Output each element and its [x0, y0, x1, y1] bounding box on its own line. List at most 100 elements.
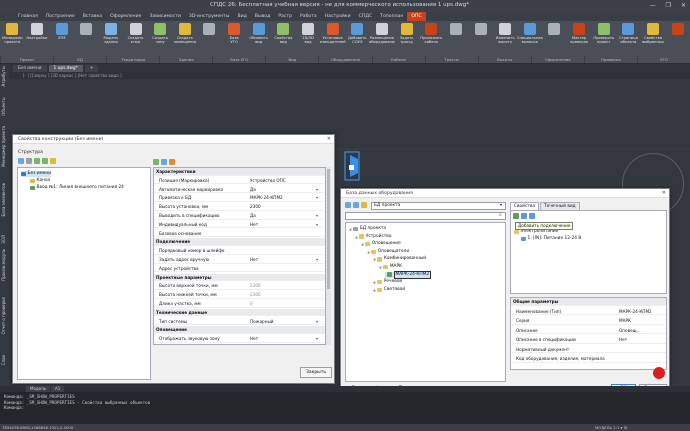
ribbon-button[interactable]: Обновить вид: [246, 22, 272, 56]
side-panel-tab[interactable]: Объекты: [1, 97, 8, 116]
param-row[interactable]: Описание в спецификации Нет: [511, 336, 666, 344]
expander-icon[interactable]: ◢: [367, 249, 369, 255]
move-down-icon[interactable]: [42, 158, 48, 164]
ribbon-button[interactable]: Задать трассу: [394, 22, 420, 56]
param-value[interactable]: МАРК-24-КПМ2: [619, 308, 652, 316]
expander-icon[interactable]: ◢: [355, 234, 357, 240]
remove-icon[interactable]: [26, 158, 32, 164]
ribbon-tab[interactable]: Зависимости: [145, 12, 184, 21]
side-panel-tab[interactable]: Менеджер проекта: [1, 126, 8, 167]
db-tab[interactable]: Точечный вид: [540, 202, 580, 210]
db-tree[interactable]: ◢ БД проекта ◢ Устройства ◢ Оповещение ◢ Оповещ…: [345, 222, 506, 382]
status-right[interactable]: МОДЕЛЬ 1:1 ▾ ⚙: [595, 424, 627, 431]
ribbon-button[interactable]: Менеджер проекта: [0, 22, 25, 56]
param-value[interactable]: МАРК: [619, 317, 631, 325]
back-icon[interactable]: [345, 202, 351, 208]
property-row[interactable]: Позиция (Маркировка) Устройство ОПС: [154, 177, 325, 185]
ribbon-button[interactable]: Добавить СОУЭ: [344, 22, 370, 56]
db-dialog-close-icon[interactable]: ✕: [662, 190, 666, 196]
folder-icon[interactable]: [361, 202, 367, 208]
chevron-down-icon[interactable]: ▾: [316, 318, 318, 326]
ribbon-button[interactable]: [665, 22, 690, 56]
db-tab[interactable]: Свойства: [510, 202, 539, 210]
property-value[interactable]: 2300: [250, 282, 261, 290]
dialog-close-icon[interactable]: ✕: [327, 136, 331, 142]
db-tree-item[interactable]: ◢ Оповещение: [361, 241, 401, 247]
chevron-down-icon[interactable]: ▾: [316, 256, 318, 264]
ribbon-button[interactable]: Создать этаж: [123, 22, 149, 56]
property-row[interactable]: Длина участка, мм 0: [154, 300, 325, 308]
maximize-button[interactable]: ❐: [666, 2, 671, 9]
ribbon-button[interactable]: [443, 22, 469, 56]
side-panel-tab[interactable]: Произв.модуль: [1, 249, 8, 281]
ribbon-button[interactable]: Свойства выбранных: [640, 22, 666, 56]
link-icon[interactable]: [50, 158, 56, 164]
connections-tree[interactable]: Электропитание 1: [IN]: Питание 12-24 В: [511, 229, 661, 269]
db-tree-item[interactable]: МАРК-24-КПМ2: [385, 270, 432, 279]
ribbon-tab[interactable]: Вывод: [251, 12, 274, 21]
ribbon-button[interactable]: Создать зону: [147, 22, 173, 56]
ribbon-tab[interactable]: Вид: [233, 12, 250, 21]
db-tree-item[interactable]: ◢ Световой: [373, 287, 405, 293]
ribbon-button[interactable]: [196, 22, 222, 56]
alarm-device-symbol[interactable]: [344, 151, 360, 181]
property-row[interactable]: Высота верхней точки, мм 2300: [154, 282, 325, 290]
chevron-down-icon[interactable]: ▾: [316, 186, 318, 194]
ribbon-button[interactable]: ЗТМ: [49, 22, 75, 56]
expander-icon[interactable]: ◢: [373, 256, 375, 262]
ribbon-button[interactable]: [541, 22, 567, 56]
forward-icon[interactable]: [353, 202, 359, 208]
document-tab[interactable]: +: [84, 65, 99, 72]
search-icon[interactable]: ⌕: [499, 212, 502, 218]
ribbon-button[interactable]: Установка извещателей: [320, 22, 346, 56]
document-tab[interactable]: 1 ups.dwg*: [48, 65, 83, 72]
chevron-down-icon[interactable]: ▾: [316, 221, 318, 229]
ribbon-button[interactable]: Модель здания: [98, 22, 124, 56]
param-row[interactable]: Нормативный документ: [511, 346, 666, 353]
minimize-button[interactable]: —: [650, 2, 656, 9]
ribbon-button[interactable]: Проверить проект: [591, 22, 617, 56]
property-row[interactable]: Порядковый номер в шлейфе: [154, 247, 325, 255]
property-value[interactable]: Да: [250, 212, 256, 220]
ribbon-tab[interactable]: Построение: [42, 12, 79, 21]
db-tree-item[interactable]: ◢ БД проекта: [349, 226, 386, 232]
ribbon-button[interactable]: Страница объекта: [615, 22, 641, 56]
ribbon-tab[interactable]: Оформление: [106, 12, 145, 21]
side-panel-tab[interactable]: Отчет о проверке: [1, 297, 8, 334]
chevron-down-icon[interactable]: ▾: [500, 202, 502, 207]
param-row[interactable]: Код оборудования, изделия, материала: [511, 355, 666, 363]
side-panel-tab[interactable]: ЗОЛ: [1, 235, 8, 244]
property-row[interactable]: Отображать звуковую зону Нет ▾: [154, 335, 325, 343]
ribbon-button[interactable]: База УГО: [221, 22, 247, 56]
scrollbar-thumb[interactable]: [327, 169, 330, 289]
ribbon-tab[interactable]: Работа: [296, 12, 321, 21]
general-params-grid[interactable]: Общие параметры Наименование (Тип) МАРК-24…: [510, 297, 667, 370]
property-value[interactable]: Нет: [250, 221, 258, 229]
param-row[interactable]: Серия МАРК: [511, 317, 666, 325]
edit-connection-icon[interactable]: [521, 213, 527, 219]
property-row[interactable]: Тип системы Пожарный ▾: [154, 318, 325, 326]
expander-icon[interactable]: ◢: [349, 226, 351, 232]
tree-item[interactable]: Ввод №1: Линия внешнего питания 24: [30, 185, 124, 191]
db-source-select[interactable]: БД проекта: [371, 202, 506, 210]
ribbon-button[interactable]: Размещение оборудования: [369, 22, 395, 56]
property-row[interactable]: Индивидуальный код Нет ▾: [154, 221, 325, 229]
property-row[interactable]: Выводить в спецификацию Да ▾: [154, 212, 325, 220]
property-row[interactable]: Базовое основание: [154, 230, 325, 238]
property-row[interactable]: Высота установки, мм 2300: [154, 203, 325, 211]
expander-icon[interactable]: ◢: [373, 279, 375, 285]
property-row[interactable]: Высота нижней точки, мм 2300: [154, 291, 325, 299]
close-button[interactable]: ✕: [681, 2, 686, 9]
ribbon-tab[interactable]: ОПС: [407, 12, 426, 21]
structure-tree[interactable]: Без имени Канал Ввод №1: Линия внешнего пи…: [17, 167, 151, 380]
document-tab[interactable]: Без имени: [13, 65, 47, 72]
expander-icon[interactable]: ◢: [361, 241, 363, 247]
ribbon-tab[interactable]: Топоплан: [376, 12, 407, 21]
property-value[interactable]: Да: [250, 186, 256, 194]
ribbon-tab[interactable]: 3D-инструменты: [185, 12, 234, 21]
property-grid[interactable]: Характеристики Позиция (Маркировка) Устрой…: [153, 167, 326, 345]
param-value[interactable]: Нет: [619, 336, 627, 344]
db-tree-item[interactable]: ◢ Комбинированный: [373, 256, 426, 262]
expander-icon[interactable]: ◢: [379, 264, 381, 270]
view-controls[interactable]: [- ] [Сверху ] [3D каркас ] [Нет свойств…: [9, 72, 690, 79]
